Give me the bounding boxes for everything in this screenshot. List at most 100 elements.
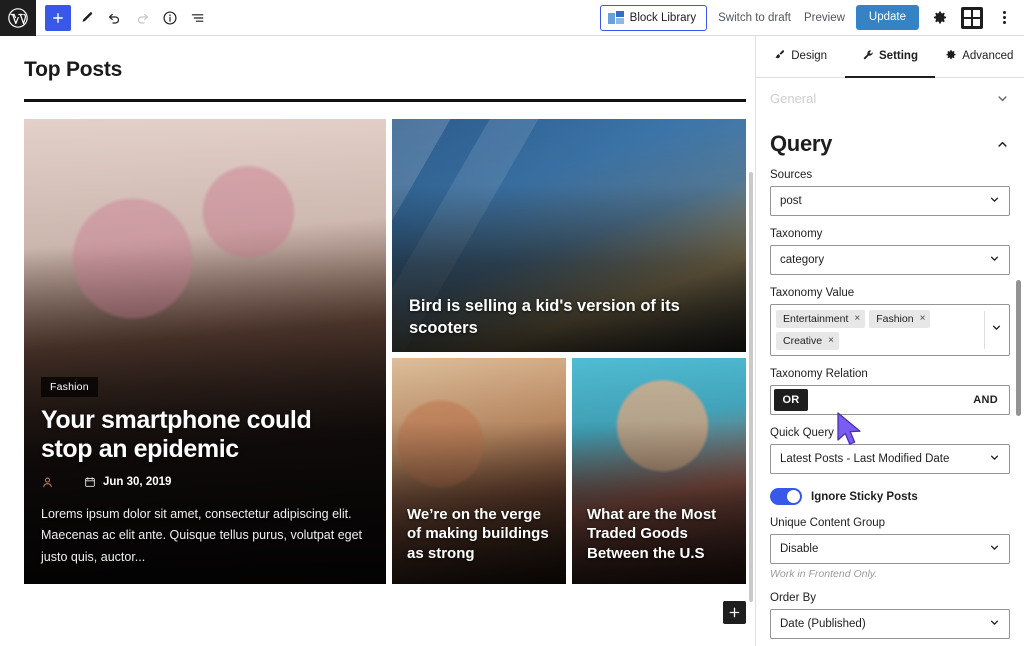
page-title: Top Posts <box>24 58 123 81</box>
order-by-value: Date (Published) <box>780 618 866 630</box>
taxonomy-value-label: Taxonomy Value <box>770 287 855 299</box>
block-library-button[interactable]: Block Library <box>599 4 708 31</box>
preview-button[interactable]: Preview <box>802 9 847 27</box>
post-date: Jun 30, 2019 <box>103 476 172 488</box>
quick-query-label: Quick Query <box>770 427 834 439</box>
undo-arrow-icon[interactable] <box>101 5 127 31</box>
canvas-scrollbar[interactable] <box>749 172 753 602</box>
toolbar-right-group: Block Library Switch to draft Preview Up… <box>599 0 1024 35</box>
section-query-label: Query <box>770 131 833 156</box>
field-order-by: Order By Date (Published) <box>770 592 1010 639</box>
section-general-header[interactable]: General <box>770 78 1010 118</box>
unique-content-group-help: Work in Frontend Only. <box>770 568 878 580</box>
relation-and-button[interactable]: AND <box>973 394 998 406</box>
unique-content-group-label: Unique Content Group <box>770 517 886 529</box>
tab-advanced[interactable]: Advanced <box>935 36 1024 78</box>
editor-toolbar: Block Library Switch to draft Preview Up… <box>0 0 1024 36</box>
taxonomy-relation-toggle-group: OR AND <box>770 385 1010 415</box>
taxonomy-value: category <box>780 254 825 266</box>
post-card[interactable]: Bird is selling a kid's version of its s… <box>392 119 746 352</box>
redo-arrow-icon[interactable] <box>129 5 155 31</box>
token-label: Creative <box>783 335 823 347</box>
token-entertainment[interactable]: Entertainment × <box>776 310 866 328</box>
order-by-select[interactable]: Date (Published) <box>770 609 1010 639</box>
toolbar-left-group <box>36 0 211 35</box>
ignore-sticky-posts-toggle[interactable] <box>770 488 802 505</box>
unique-content-group-select[interactable]: Disable <box>770 534 1010 564</box>
kebab-menu-icon[interactable] <box>992 6 1016 30</box>
wordpress-block-editor: Block Library Switch to draft Preview Up… <box>0 0 1024 646</box>
switch-to-draft-button[interactable]: Switch to draft <box>716 9 793 27</box>
brush-icon <box>774 49 786 64</box>
quick-query-value: Latest Posts - Last Modified Date <box>780 453 950 465</box>
pencil-icon[interactable] <box>73 5 99 31</box>
sidebar-scrollbar[interactable] <box>1016 280 1021 416</box>
section-query-header[interactable]: Query <box>770 118 1010 169</box>
list-view-icon[interactable] <box>185 5 211 31</box>
post-excerpt: Lorems ipsum dolor sit amet, consectetur… <box>41 506 363 564</box>
update-button[interactable]: Update <box>855 5 919 30</box>
wordpress-logo-icon[interactable] <box>0 0 36 36</box>
field-unique-content-group: Unique Content Group Disable <box>770 517 1010 564</box>
taxonomy-label: Taxonomy <box>770 228 823 240</box>
post-card[interactable]: What are the Most Traded Goods Between t… <box>572 358 746 584</box>
remove-token-icon[interactable]: × <box>828 336 834 346</box>
tab-setting[interactable]: Setting <box>845 36 935 78</box>
section-general-label: General <box>770 91 817 106</box>
author-meta <box>41 476 54 489</box>
featured-post-card[interactable]: Fashion Your smartphone could stop an ep… <box>24 119 386 584</box>
relation-or-button[interactable]: OR <box>774 389 808 411</box>
category-badge[interactable]: Fashion <box>41 376 98 397</box>
quick-query-select[interactable]: Latest Posts - Last Modified Date <box>770 444 1010 474</box>
taxonomy-token-input[interactable]: Entertainment × Fashion × Creative × <box>770 304 1010 356</box>
post-title[interactable]: What are the Most Traded Goods Between t… <box>587 505 731 564</box>
field-sources: Sources post <box>770 169 1010 216</box>
chevron-down-icon <box>988 541 1001 557</box>
block-library-label: Block Library <box>629 11 697 24</box>
chevron-down-icon <box>988 451 1001 467</box>
tab-design[interactable]: Design <box>756 36 845 78</box>
sources-select[interactable]: post <box>770 186 1010 216</box>
chevron-down-icon <box>988 252 1001 268</box>
chevron-down-icon[interactable] <box>990 321 1003 339</box>
order-by-label: Order By <box>770 592 817 604</box>
post-title[interactable]: Your smartphone could stop an epidemic <box>41 406 369 465</box>
add-block-button[interactable] <box>45 4 71 31</box>
editor-body: Top Posts Fashion Your smartphone could … <box>0 36 1024 646</box>
taxonomy-relation-label: Taxonomy Relation <box>770 368 868 380</box>
tab-advanced-label: Advanced <box>962 50 1014 62</box>
gear-icon[interactable] <box>928 6 952 30</box>
blocks-grid-icon[interactable] <box>961 6 983 29</box>
sidebar-tabs: Design Setting Advanced <box>756 36 1024 78</box>
title-divider <box>24 99 746 102</box>
settings-sidebar: Design Setting Advanced General Query So… <box>756 36 1024 646</box>
post-title[interactable]: Bird is selling a kid's version of its s… <box>409 296 729 339</box>
tab-setting-label: Setting <box>879 50 918 62</box>
remove-token-icon[interactable]: × <box>854 314 860 324</box>
date-meta: Jun 30, 2019 <box>84 476 171 488</box>
chevron-up-icon <box>995 137 1010 152</box>
token-label: Entertainment <box>783 313 849 325</box>
token-creative[interactable]: Creative × <box>776 332 839 350</box>
ignore-sticky-posts-label: Ignore Sticky Posts <box>811 490 918 503</box>
token-fashion[interactable]: Fashion × <box>869 310 931 328</box>
settings-panel: General Query Sources post Taxonomy cate… <box>756 78 1024 646</box>
sources-label: Sources <box>770 169 813 181</box>
sources-value: post <box>780 195 802 207</box>
token-label: Fashion <box>876 313 914 325</box>
gear-icon <box>945 49 957 64</box>
taxonomy-select[interactable]: category <box>770 245 1010 275</box>
field-taxonomy: Taxonomy category <box>770 228 1010 275</box>
tab-design-label: Design <box>791 50 828 62</box>
editor-canvas: Top Posts Fashion Your smartphone could … <box>0 36 756 646</box>
remove-token-icon[interactable]: × <box>920 314 926 324</box>
post-card[interactable]: We’re on the verge of making buildings a… <box>392 358 566 584</box>
post-title[interactable]: We’re on the verge of making buildings a… <box>407 505 551 564</box>
post-grid: Fashion Your smartphone could stop an ep… <box>24 119 746 584</box>
block-appender-button[interactable] <box>723 601 746 624</box>
chevron-down-icon <box>988 193 1001 209</box>
info-circle-icon[interactable] <box>157 5 183 31</box>
token-divider <box>984 311 985 349</box>
field-taxonomy-relation: Taxonomy Relation OR AND <box>770 368 1010 415</box>
